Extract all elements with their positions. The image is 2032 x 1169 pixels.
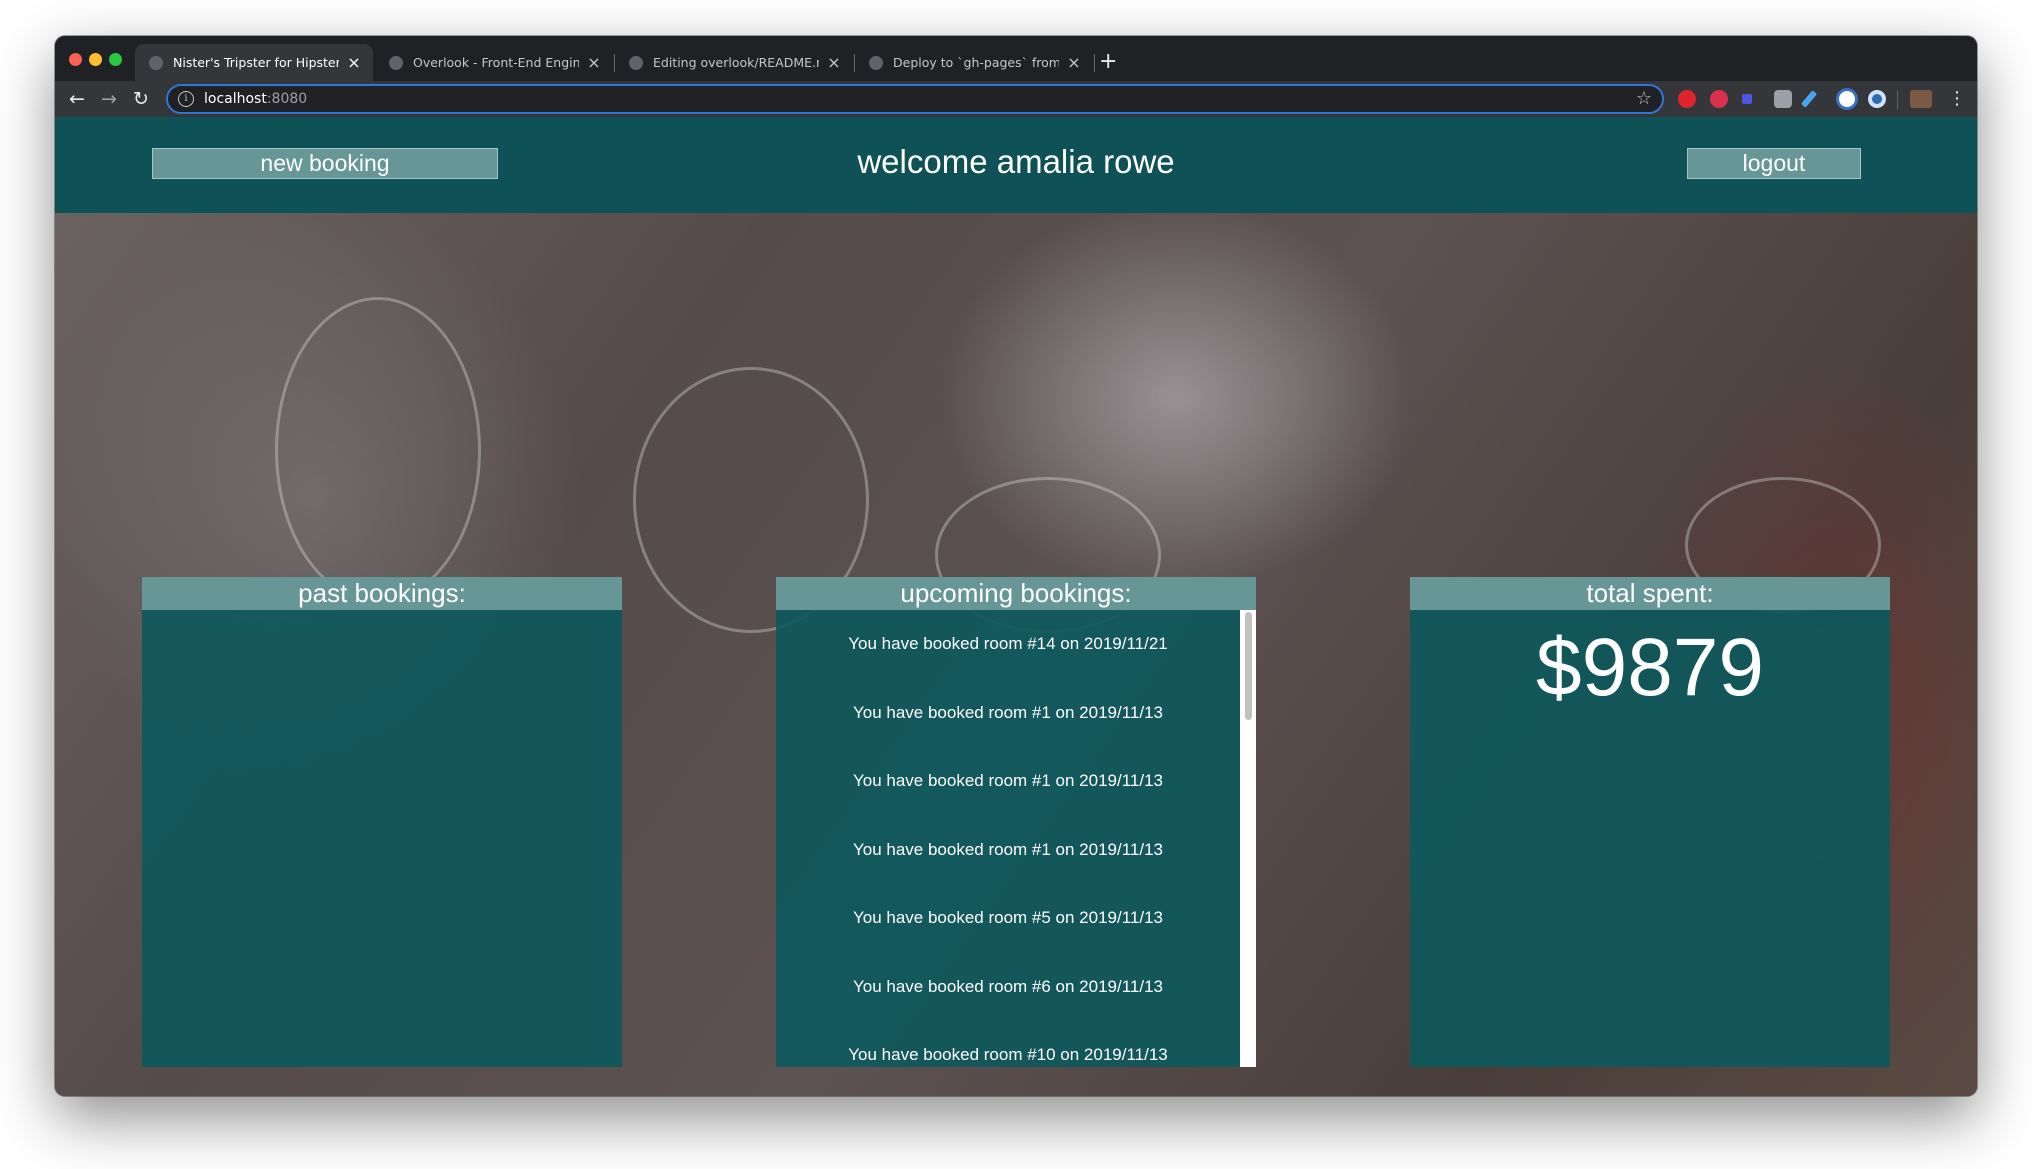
page-viewport: new booking welcome amalia rowe logout p…	[55, 117, 1977, 1096]
tab-title: Overlook - Front-End Engineering	[413, 55, 579, 70]
browser-window: Nister's Tripster for Hipsters × Overloo…	[55, 36, 1977, 1096]
past-bookings-title: past bookings:	[142, 577, 622, 610]
booking-list-item: You have booked room #14 on 2019/11/21	[848, 634, 1168, 653]
extension-pen-icon[interactable]	[1800, 90, 1818, 108]
tab-close-icon[interactable]: ×	[585, 53, 603, 72]
tab-deploy-gh-pages[interactable]: Deploy to `gh-pages` from a `d ×	[855, 44, 1093, 81]
tab-strip: Nister's Tripster for Hipsters × Overloo…	[55, 36, 1977, 81]
browser-toolbar: ← → ↻ i localhost :8080 ☆ ⋮	[55, 81, 1977, 117]
minimize-window-button[interactable]	[89, 53, 102, 66]
toolbar-separator	[1897, 91, 1898, 109]
past-bookings-panel: past bookings:	[142, 577, 622, 1067]
upcoming-bookings-title: upcoming bookings:	[776, 577, 1256, 610]
bookings-scrollbar[interactable]	[1240, 610, 1256, 1067]
upcoming-bookings-panel: upcoming bookings: You have booked room …	[776, 577, 1256, 1067]
total-spent-title: total spent:	[1410, 577, 1890, 610]
tab-close-icon[interactable]: ×	[825, 53, 843, 72]
extension-red-icon[interactable]	[1710, 90, 1728, 108]
tab-title: Nister's Tripster for Hipsters	[173, 55, 339, 70]
extension-compass-icon[interactable]	[1836, 88, 1858, 110]
tab-close-icon[interactable]: ×	[1065, 53, 1083, 72]
tab-editing-readme[interactable]: Editing overlook/README.md at ×	[615, 44, 853, 81]
tab-title: Editing overlook/README.md at	[653, 55, 819, 70]
total-spent-amount: $9879	[1535, 622, 1765, 713]
logout-button[interactable]: logout	[1687, 148, 1861, 179]
new-tab-button[interactable]: +	[1099, 48, 1117, 76]
url-port: :8080	[266, 91, 308, 107]
address-bar[interactable]: i localhost :8080 ☆	[166, 84, 1664, 114]
tab-title: Deploy to `gh-pages` from a `d	[893, 55, 1059, 70]
booking-list-item: You have booked room #1 on 2019/11/13	[852, 703, 1164, 722]
info-icon[interactable]: i	[178, 91, 194, 107]
close-window-button[interactable]	[69, 53, 82, 66]
tab-favicon-icon	[149, 55, 163, 70]
app-header: new booking welcome amalia rowe logout	[55, 117, 1977, 213]
booking-list-item: You have booked room #10 on 2019/11/13	[848, 1045, 1168, 1064]
tab-separator	[1094, 54, 1095, 72]
total-spent-panel: total spent: $9879	[1410, 577, 1890, 1067]
maximize-window-button[interactable]	[109, 53, 122, 66]
tab-close-icon[interactable]: ×	[345, 53, 363, 72]
url-host: localhost	[204, 91, 267, 107]
bookmark-star-icon[interactable]: ☆	[1636, 88, 1652, 109]
scrollbar-thumb[interactable]	[1245, 612, 1252, 720]
booking-list-item: You have booked room #1 on 2019/11/13	[852, 771, 1164, 790]
tab-favicon-icon	[389, 55, 403, 70]
reload-icon[interactable]: ↻	[127, 85, 155, 113]
tab-nisters-tripster[interactable]: Nister's Tripster for Hipsters ×	[135, 44, 373, 81]
extension-adblock-icon[interactable]	[1678, 90, 1696, 108]
background-photo-glass	[275, 297, 481, 603]
extension-circle-icon[interactable]	[1868, 90, 1886, 108]
profile-avatar[interactable]	[1910, 90, 1932, 108]
booking-list-item: You have booked room #6 on 2019/11/13	[852, 977, 1164, 996]
forward-icon[interactable]: →	[95, 85, 123, 113]
back-icon[interactable]: ←	[63, 85, 91, 113]
tab-favicon-icon	[629, 55, 643, 70]
tab-overlook[interactable]: Overlook - Front-End Engineering ×	[375, 44, 613, 81]
booking-list-item: You have booked room #5 on 2019/11/13	[852, 908, 1164, 927]
extension-camera-icon[interactable]	[1774, 90, 1792, 108]
booking-list-item: You have booked room #1 on 2019/11/13	[852, 840, 1164, 859]
extension-blue-square-icon[interactable]	[1742, 94, 1752, 104]
upcoming-bookings-list[interactable]: You have booked room #14 on 2019/11/21 Y…	[776, 610, 1240, 1067]
browser-menu-icon[interactable]: ⋮	[1948, 85, 1966, 113]
tab-favicon-icon	[869, 55, 883, 70]
